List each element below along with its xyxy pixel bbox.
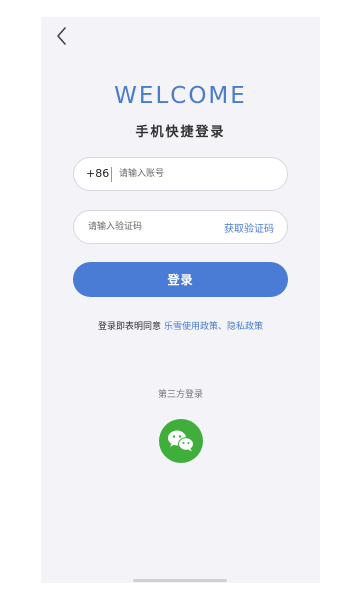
welcome-title: WELCOME — [114, 83, 247, 109]
agreement-text: 登录即表明同意 乐雪使用政策、隐私政策 — [41, 319, 320, 332]
agreement-prefix: 登录即表明同意 — [98, 322, 162, 332]
login-screen: WELCOME 手机快捷登录 +86 获取验证码 登录 登录即表明同意 乐雪使用… — [41, 17, 320, 583]
country-code[interactable]: +86 — [86, 167, 109, 180]
wechat-icon — [168, 430, 194, 452]
code-field[interactable]: 获取验证码 — [73, 210, 288, 244]
chevron-left-icon — [57, 27, 66, 45]
verification-code-input[interactable] — [88, 212, 208, 242]
home-indicator[interactable] — [133, 579, 227, 582]
policy-link[interactable]: 乐雪使用政策、隐私政策 — [164, 322, 263, 332]
phone-field[interactable]: +86 — [73, 157, 288, 191]
phone-input[interactable] — [119, 159, 279, 189]
get-code-button[interactable]: 获取验证码 — [224, 220, 274, 235]
back-button[interactable] — [51, 25, 73, 47]
field-divider — [111, 167, 112, 182]
third-party-login-label: 第三方登录 — [157, 390, 203, 400]
page-subtitle: 手机快捷登录 — [135, 125, 226, 140]
wechat-login-button[interactable] — [159, 419, 203, 463]
login-button[interactable]: 登录 — [73, 262, 288, 297]
